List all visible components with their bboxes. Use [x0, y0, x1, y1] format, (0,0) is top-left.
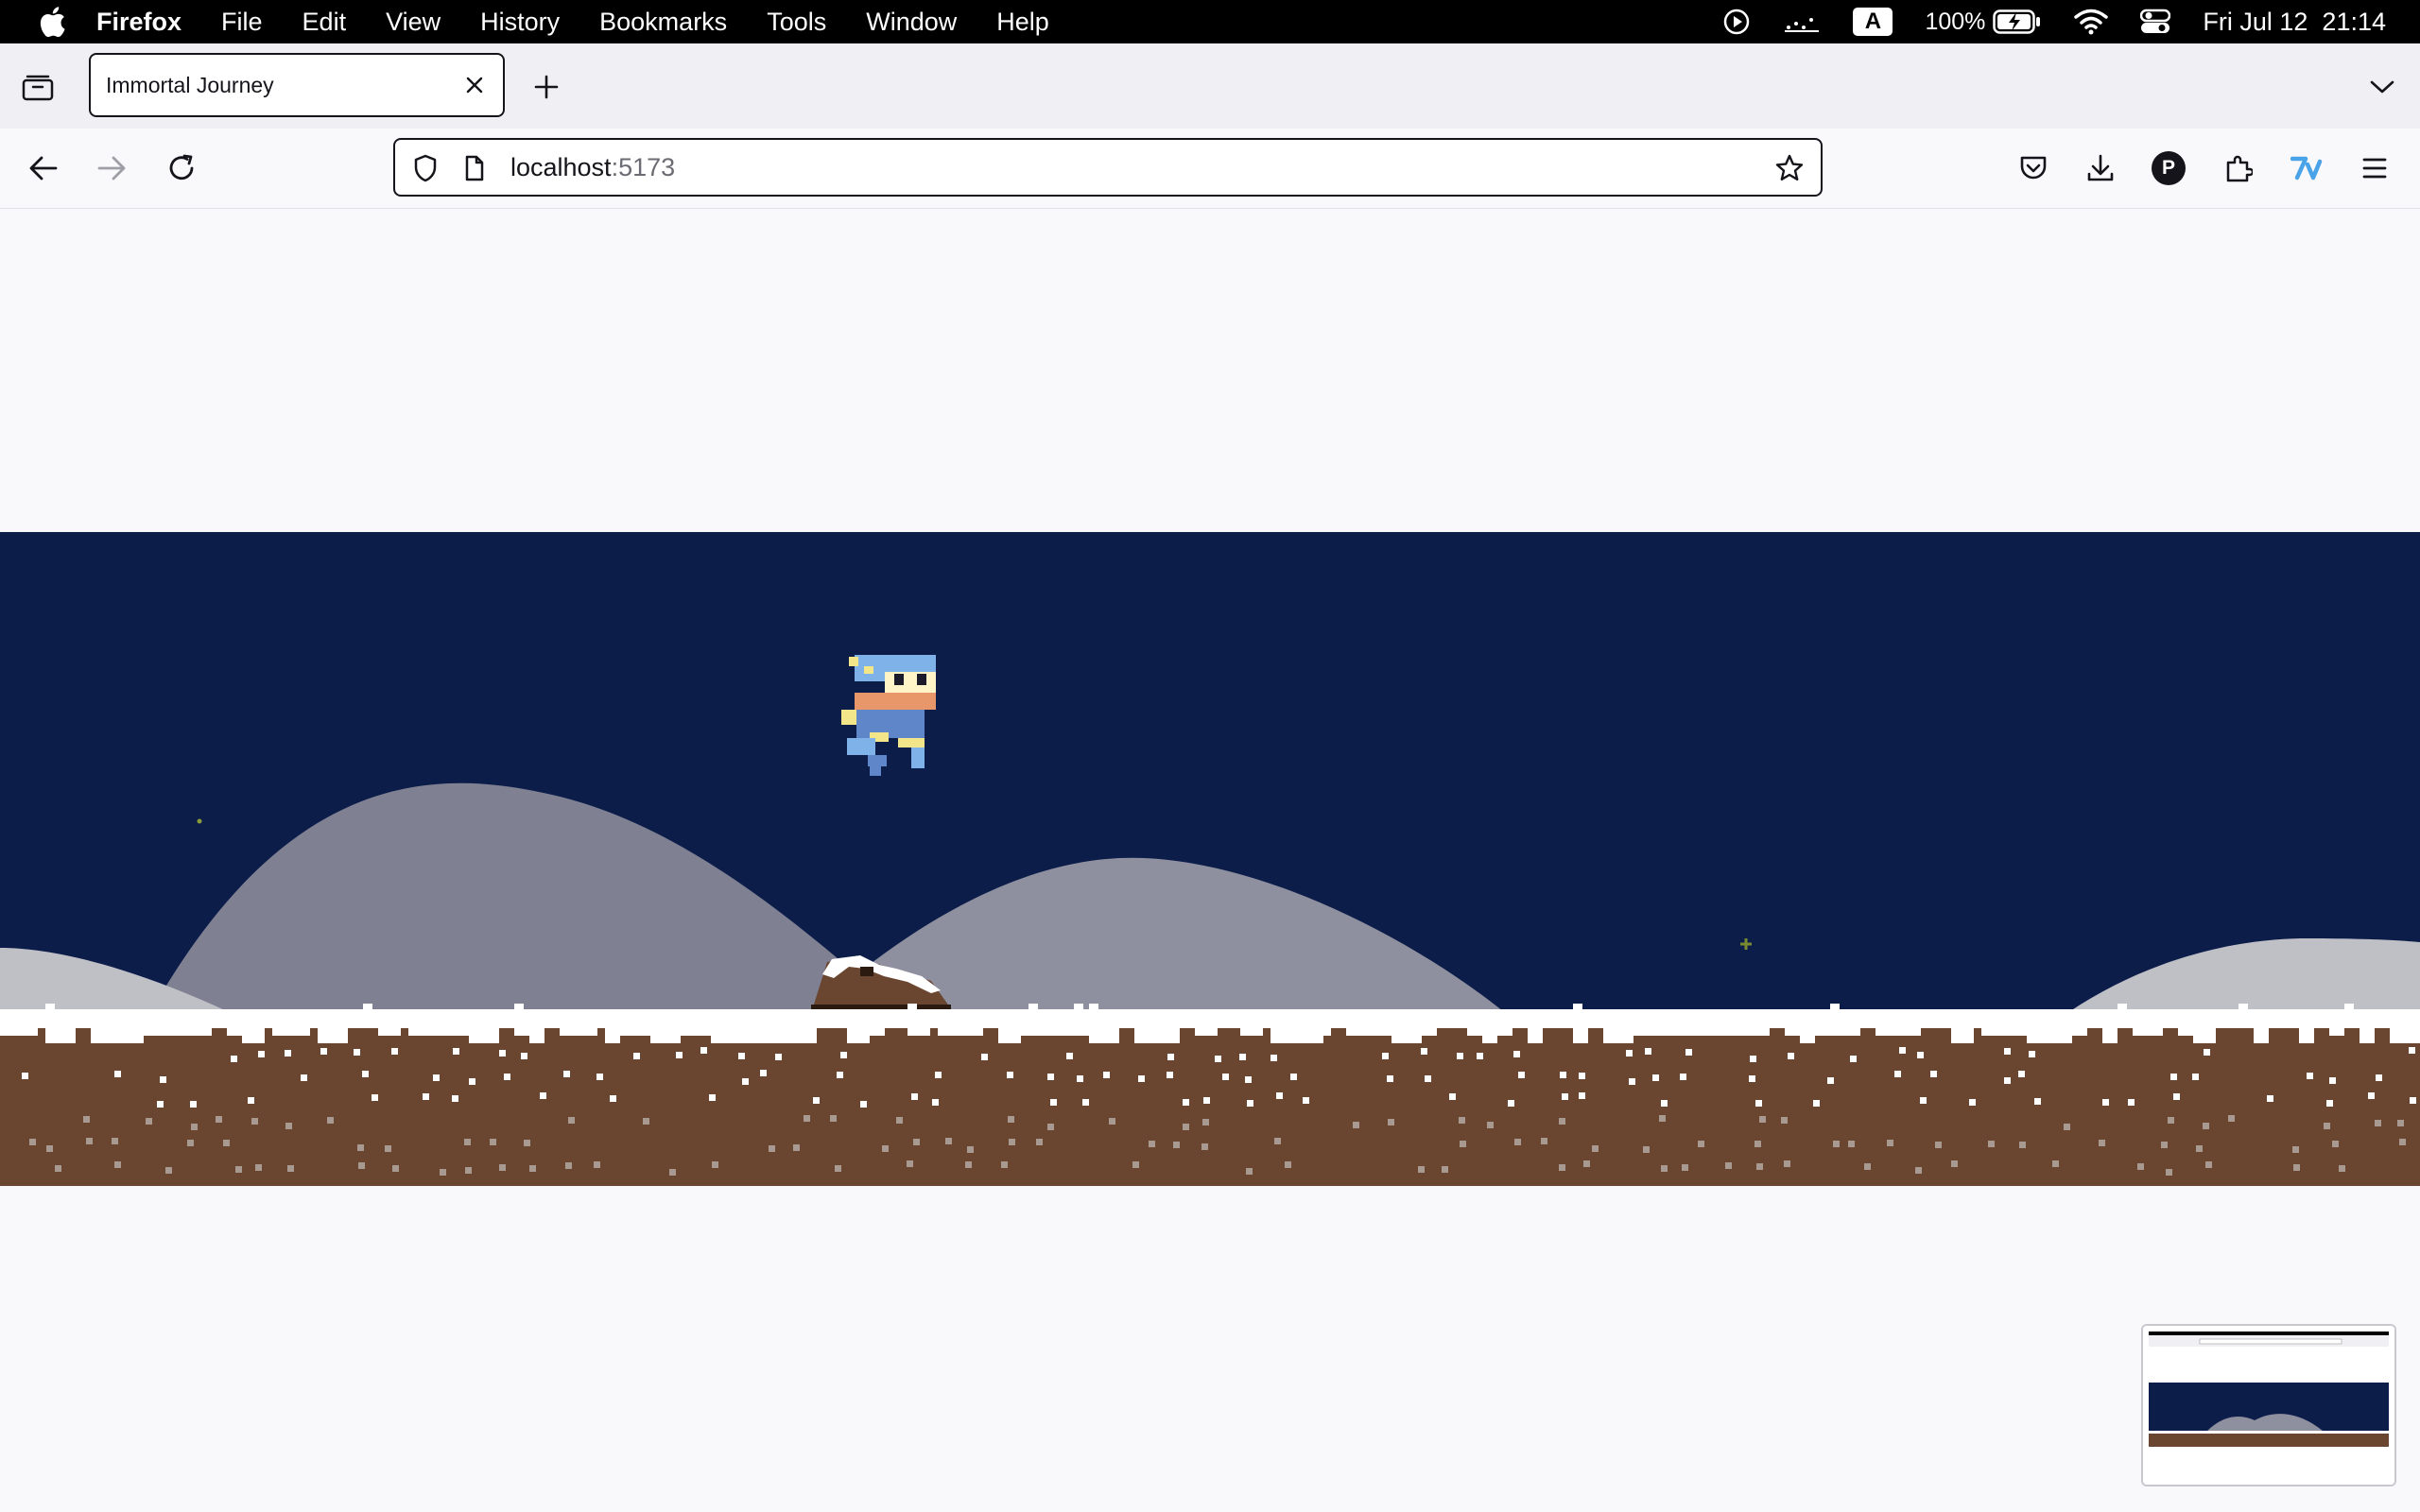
menu-bookmarks[interactable]: Bookmarks — [599, 8, 727, 37]
battery-percent: 100% — [1925, 8, 1986, 35]
url-host: localhost — [510, 153, 612, 181]
battery-status[interactable]: 100% — [1925, 9, 2042, 36]
list-all-tabs-icon[interactable] — [2363, 68, 2401, 106]
account-initial: P — [2161, 157, 2175, 179]
close-tab-icon[interactable] — [459, 70, 490, 100]
downloads-icon[interactable] — [2082, 149, 2119, 187]
menu-history[interactable]: History — [480, 8, 560, 37]
new-tab-icon[interactable] — [527, 68, 565, 106]
control-center-icon[interactable] — [2140, 9, 2171, 35]
url-text[interactable]: localhost:5173 — [510, 153, 675, 182]
tracking-protection-shield-icon[interactable] — [410, 153, 441, 183]
tab-title: Immortal Journey — [106, 72, 274, 97]
tab-immortal-journey[interactable]: Immortal Journey — [89, 53, 505, 117]
reload-icon[interactable] — [163, 149, 200, 187]
game-canvas[interactable] — [0, 532, 2420, 1186]
page-info-icon[interactable] — [459, 153, 490, 183]
menu-window[interactable]: Window — [866, 8, 957, 37]
thumbnail-image — [2143, 1326, 2394, 1485]
firefox-view-icon[interactable] — [19, 68, 57, 106]
url-port: :5173 — [611, 153, 676, 181]
menu-edit[interactable]: Edit — [302, 8, 347, 37]
menu-file[interactable]: File — [221, 8, 263, 37]
menu-app-firefox[interactable]: Firefox — [96, 8, 182, 37]
url-bar[interactable]: localhost:5173 — [393, 138, 1823, 197]
extension-7v-icon[interactable] — [2288, 149, 2325, 187]
focus-dots-icon[interactable] — [1783, 10, 1821, 33]
forward-icon[interactable] — [93, 149, 130, 187]
tab-strip: Immortal Journey — [0, 43, 2420, 129]
account-avatar[interactable]: P — [2152, 151, 2186, 185]
star — [197, 818, 202, 824]
menu-tools[interactable]: Tools — [767, 8, 826, 37]
battery-icon — [1993, 9, 2041, 34]
app-menu-hamburger-icon[interactable] — [2356, 149, 2394, 187]
apple-menu-icon[interactable] — [34, 3, 70, 41]
back-icon[interactable] — [25, 149, 62, 187]
input-source-indicator[interactable]: A — [1853, 8, 1893, 36]
snowy-ground — [0, 1004, 2420, 1186]
extensions-puzzle-icon[interactable] — [2220, 149, 2257, 187]
menu-help[interactable]: Help — [996, 8, 1049, 37]
macos-menu-bar: Firefox File Edit View History Bookmarks… — [0, 0, 2420, 43]
wifi-icon[interactable] — [2074, 9, 2109, 35]
menu-clock[interactable]: Fri Jul 12 21:14 — [2203, 8, 2386, 37]
now-playing-icon[interactable] — [1722, 8, 1751, 36]
screenshot-thumbnail-preview[interactable] — [2141, 1324, 2396, 1486]
bookmark-star-icon[interactable] — [1773, 152, 1806, 184]
menu-view[interactable]: View — [386, 8, 441, 37]
pocket-icon[interactable] — [2014, 149, 2052, 187]
navigation-toolbar: localhost:5173 P — [0, 129, 2420, 209]
